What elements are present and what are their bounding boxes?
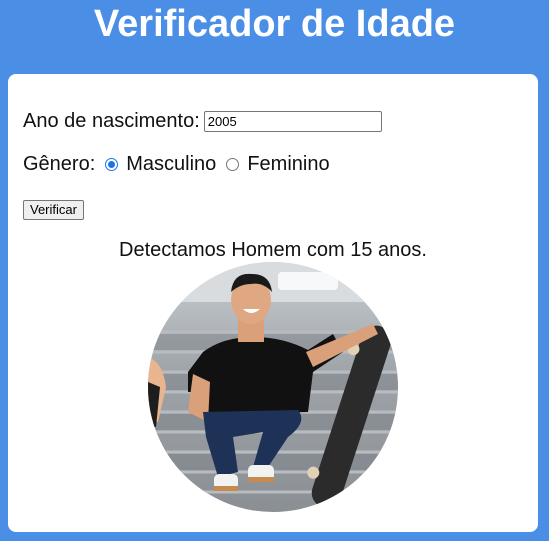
gender-row: Gênero: Masculino Feminino [23,153,336,176]
gender-label: Gênero: [23,153,96,175]
birth-year-input[interactable] [203,111,382,132]
result-message: Detectamos Homem com 15 anos. [119,239,427,261]
form-card: Ano de nascimento: Gênero: Masculino Fem… [8,74,538,532]
gender-radio-feminino[interactable] [226,158,240,171]
page-title: Verificador de Idade [93,3,456,45]
gender-radio-masculino[interactable] [105,158,119,171]
person-photo-illustration [148,262,398,512]
person-photo [148,262,398,512]
birth-year-row: Ano de nascimento: [23,110,382,133]
verify-button[interactable]: Verificar [23,200,84,220]
gender-option-feminino-label[interactable]: Feminino [247,153,329,176]
gender-option-masculino-label[interactable]: Masculino [126,153,216,176]
birth-year-label: Ano de nascimento: [23,110,200,132]
